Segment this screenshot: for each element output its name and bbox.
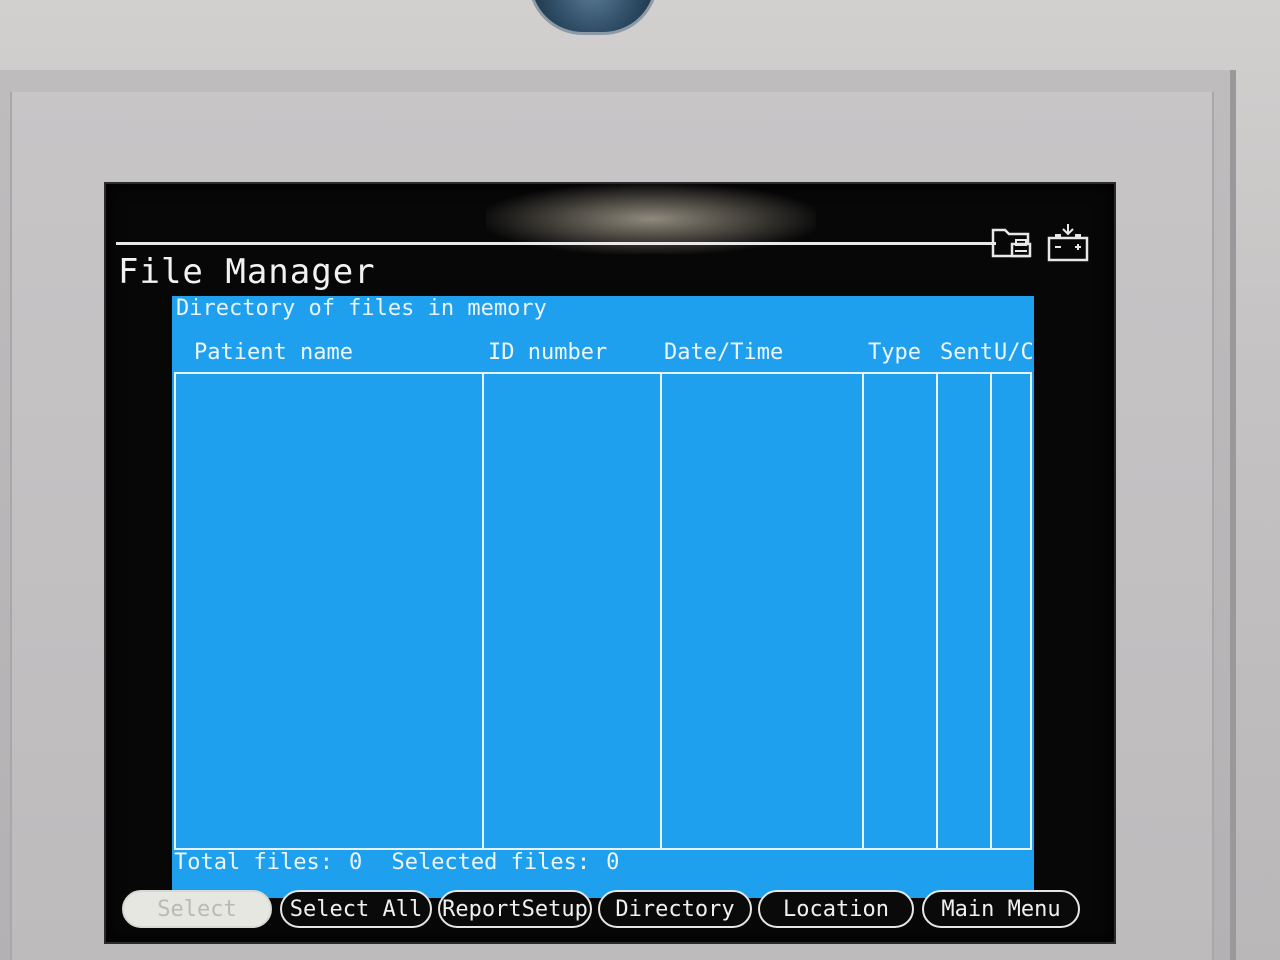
location-button[interactable]: Location — [758, 890, 914, 928]
total-files-value: 0 — [348, 850, 363, 875]
column-divider — [862, 374, 864, 848]
column-header-type[interactable]: Type — [868, 340, 921, 365]
select-button[interactable]: Select — [122, 890, 272, 928]
file-count-footer: Total files: 0 Selected files: 0 — [174, 850, 635, 875]
battery-charge-icon — [1046, 220, 1092, 266]
column-divider — [990, 374, 992, 848]
column-header-id-number[interactable]: ID number — [488, 340, 607, 365]
directory-button[interactable]: Directory — [598, 890, 752, 928]
report-setup-button[interactable]: ReportSetup — [438, 890, 592, 928]
status-icons — [990, 220, 1092, 266]
column-divider — [936, 374, 938, 848]
title-rule — [116, 242, 996, 245]
column-divider — [660, 374, 662, 848]
softkey-bar: Select Select All ReportSetup Directory … — [118, 890, 1088, 934]
selected-files-label: Selected files: — [391, 850, 591, 875]
column-header-uc[interactable]: U/C — [994, 340, 1034, 365]
page-title: File Manager — [118, 252, 376, 292]
column-header-sent[interactable]: Sent — [940, 340, 993, 365]
selected-files-value: 0 — [606, 850, 620, 875]
select-all-button[interactable]: Select All — [280, 890, 432, 928]
lcd-screen: File Manager Directory of files in memor… — [104, 182, 1116, 944]
column-header-date-time[interactable]: Date/Time — [664, 340, 783, 365]
file-list-panel: Directory of files in memory Patient nam… — [172, 296, 1034, 898]
panel-subtitle: Directory of files in memory — [176, 296, 547, 321]
total-files-label: Total files: — [174, 850, 333, 875]
main-menu-button[interactable]: Main Menu — [922, 890, 1080, 928]
column-header-patient-name[interactable]: Patient name — [194, 340, 353, 365]
column-divider — [482, 374, 484, 848]
file-table[interactable] — [174, 372, 1032, 850]
rotary-knob[interactable] — [528, 0, 658, 35]
folder-printer-icon — [990, 220, 1036, 266]
